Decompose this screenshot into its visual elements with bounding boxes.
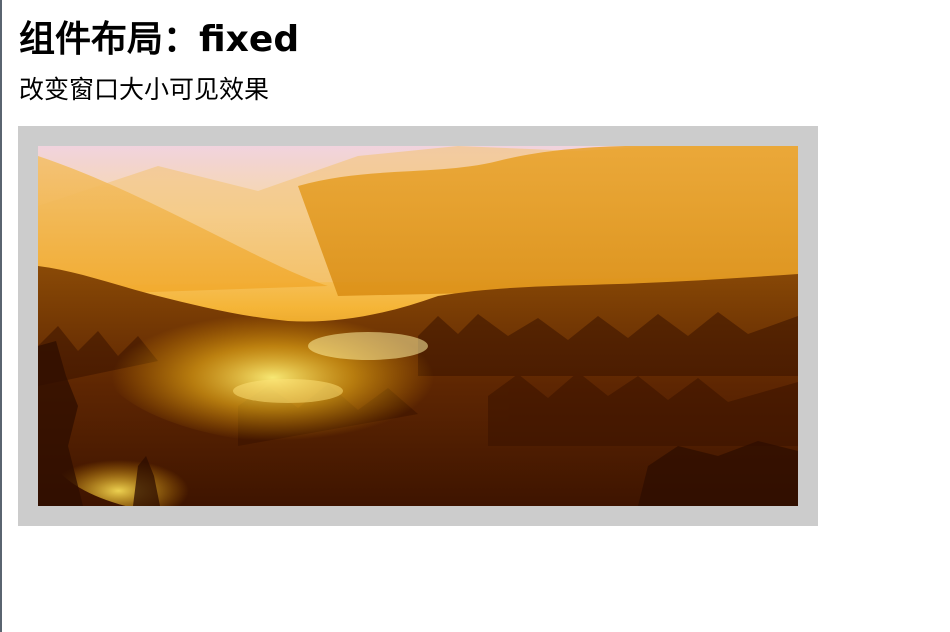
page-title: 组件布局：fixed <box>19 19 300 60</box>
landscape-photo <box>38 146 798 506</box>
landscape-photo-graphic <box>38 146 798 506</box>
window-left-edge <box>0 0 2 632</box>
image-frame <box>18 126 818 526</box>
page-subtitle: 改变窗口大小可见效果 <box>19 75 270 104</box>
